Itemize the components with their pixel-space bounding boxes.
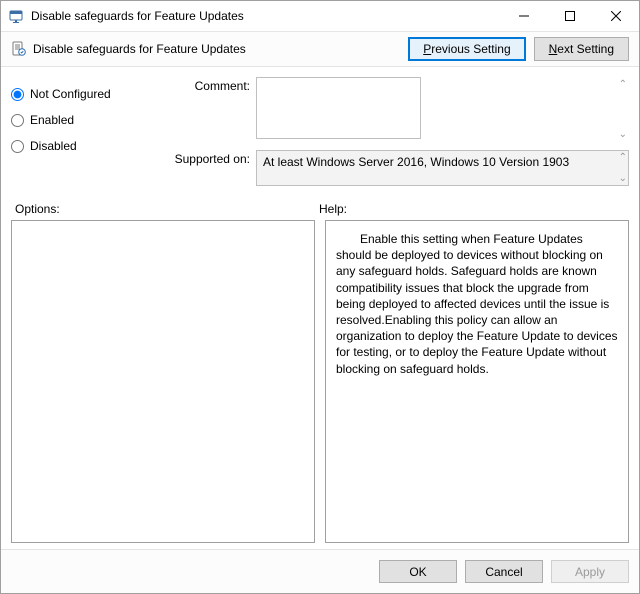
cancel-button[interactable]: Cancel bbox=[465, 560, 543, 583]
gpo-settings-dialog: Disable safeguards for Feature Updates bbox=[0, 0, 640, 594]
help-label: Help: bbox=[319, 202, 347, 216]
scroll-up-icon: ⌃ bbox=[619, 79, 627, 90]
next-accel: N bbox=[549, 42, 558, 56]
help-text: Enable this setting when Feature Updates… bbox=[336, 231, 618, 377]
window-controls bbox=[501, 1, 639, 31]
supported-row: Supported on: At least Windows Server 20… bbox=[166, 150, 629, 186]
dialog-footer: OK Cancel Apply bbox=[1, 549, 639, 593]
radio-enabled-label: Enabled bbox=[30, 113, 74, 127]
supported-label: Supported on: bbox=[166, 150, 256, 166]
titlebar: Disable safeguards for Feature Updates bbox=[1, 1, 639, 31]
radio-enabled[interactable]: Enabled bbox=[11, 107, 166, 133]
comment-input[interactable] bbox=[256, 77, 421, 139]
panes: Enable this setting when Feature Updates… bbox=[1, 220, 639, 549]
comment-label: Comment: bbox=[166, 77, 256, 93]
window-title: Disable safeguards for Feature Updates bbox=[31, 9, 501, 23]
radio-not-configured[interactable]: Not Configured bbox=[11, 81, 166, 107]
radio-disabled-input[interactable] bbox=[11, 140, 24, 153]
ok-button[interactable]: OK bbox=[379, 560, 457, 583]
next-post: ext Setting bbox=[557, 42, 614, 56]
fields-panel: Comment: ⌃ ⌄ Supported on: At least Wind… bbox=[166, 77, 629, 194]
supported-text: At least Windows Server 2016, Windows 10… bbox=[263, 155, 569, 169]
next-setting-button[interactable]: Next Setting bbox=[534, 37, 629, 61]
subheader: Disable safeguards for Feature Updates P… bbox=[1, 31, 639, 67]
policy-title: Disable safeguards for Feature Updates bbox=[33, 42, 400, 56]
scroll-down-icon: ⌄ bbox=[619, 129, 627, 140]
radio-not-configured-input[interactable] bbox=[11, 88, 24, 101]
maximize-button[interactable] bbox=[547, 1, 593, 31]
panes-header: Options: Help: bbox=[1, 194, 639, 220]
state-radio-group: Not Configured Enabled Disabled bbox=[11, 77, 166, 194]
policy-icon bbox=[11, 41, 27, 57]
radio-enabled-input[interactable] bbox=[11, 114, 24, 127]
apply-button[interactable]: Apply bbox=[551, 560, 629, 583]
prev-post: revious Setting bbox=[431, 42, 510, 56]
radio-not-configured-label: Not Configured bbox=[30, 87, 111, 101]
radio-disabled-label: Disabled bbox=[30, 139, 77, 153]
minimize-button[interactable] bbox=[501, 1, 547, 31]
comment-row: Comment: ⌃ ⌄ bbox=[166, 77, 629, 142]
supported-value: At least Windows Server 2016, Windows 10… bbox=[256, 150, 629, 186]
upper-panel: Not Configured Enabled Disabled Comment:… bbox=[1, 67, 639, 194]
app-icon bbox=[9, 8, 25, 24]
options-label: Options: bbox=[15, 202, 319, 216]
help-pane: Enable this setting when Feature Updates… bbox=[325, 220, 629, 543]
previous-setting-button[interactable]: Previous Setting bbox=[408, 37, 525, 61]
prev-accel: P bbox=[423, 42, 431, 56]
close-button[interactable] bbox=[593, 1, 639, 31]
radio-disabled[interactable]: Disabled bbox=[11, 133, 166, 159]
options-pane bbox=[11, 220, 315, 543]
